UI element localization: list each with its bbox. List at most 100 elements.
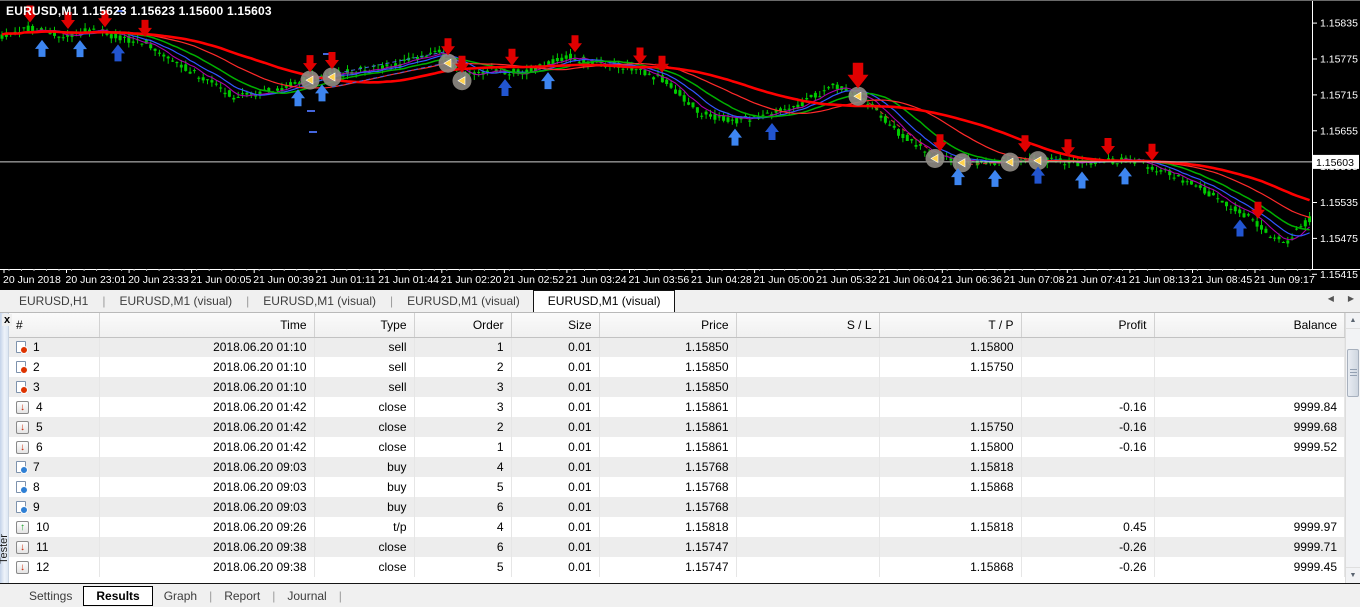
buy-open-icon [16, 481, 26, 493]
cell-time: 2018.06.20 09:03 [99, 497, 314, 517]
cell-balance: 9999.68 [1154, 417, 1345, 437]
sell-open-icon [16, 361, 26, 373]
cell-time: 2018.06.20 09:26 [99, 517, 314, 537]
table-row[interactable]: 12018.06.20 01:10sell10.011.158501.15800 [9, 337, 1345, 357]
tab-scroll-right-icon[interactable]: ▶ [1348, 294, 1354, 303]
cell-order: 1 [414, 437, 511, 457]
close-order-icon: ↓ [16, 401, 29, 414]
cell-n: ↓5 [9, 417, 99, 437]
tab-separator: | [338, 589, 343, 603]
scroll-thumb[interactable] [1347, 349, 1359, 397]
cell-tp: 1.15868 [879, 477, 1021, 497]
bottom-tab-results[interactable]: Results [83, 586, 152, 606]
time-axis-label: 21 Jun 08:13 [1129, 274, 1190, 286]
price-axis-label: 1.15415 [1320, 269, 1358, 281]
table-row[interactable]: ↑102018.06.20 09:26t/p40.011.158181.1581… [9, 517, 1345, 537]
table-row[interactable]: 22018.06.20 01:10sell20.011.158501.15750 [9, 357, 1345, 377]
cell-sl [736, 337, 879, 357]
cell-profit: -0.16 [1021, 397, 1154, 417]
chart-canvas[interactable]: 1.158351.157751.157151.156551.155951.155… [0, 1, 1360, 291]
order-number: 8 [33, 480, 40, 494]
results-table: #TimeTypeOrderSizePriceS / LT / PProfitB… [9, 313, 1345, 577]
cell-tp [879, 397, 1021, 417]
chart-area: 1.158351.157751.157151.156551.155951.155… [0, 0, 1360, 290]
cell-tp: 1.15750 [879, 417, 1021, 437]
table-row[interactable]: ↓112018.06.20 09:38close60.011.15747-0.2… [9, 537, 1345, 557]
price-axis-label: 1.15835 [1320, 18, 1358, 30]
bottom-tab-settings[interactable]: Settings [18, 587, 83, 605]
cell-tp [879, 537, 1021, 557]
time-axis-label: 21 Jun 09:17 [1254, 274, 1315, 286]
cell-n: ↓6 [9, 437, 99, 457]
close-panel-button[interactable]: x [2, 314, 12, 326]
cell-order: 6 [414, 537, 511, 557]
table-row[interactable]: ↓52018.06.20 01:42close20.011.158611.157… [9, 417, 1345, 437]
table-scrollbar[interactable]: ▲ ▼ [1345, 313, 1360, 583]
cell-balance [1154, 477, 1345, 497]
bottom-tab-journal[interactable]: Journal [276, 587, 337, 605]
cell-type: sell [314, 377, 414, 397]
cell-size: 0.01 [511, 357, 599, 377]
cell-price: 1.15850 [599, 337, 736, 357]
cell-n: 1 [9, 337, 99, 357]
cell-time: 2018.06.20 01:10 [99, 357, 314, 377]
table-row[interactable]: 32018.06.20 01:10sell30.011.15850 [9, 377, 1345, 397]
header-cell-price: Price [599, 313, 736, 337]
cell-n: 9 [9, 497, 99, 517]
cell-sl [736, 497, 879, 517]
table-row[interactable]: 72018.06.20 09:03buy40.011.157681.15818 [9, 457, 1345, 477]
scroll-up-icon[interactable]: ▲ [1346, 313, 1360, 329]
cell-time: 2018.06.20 09:03 [99, 477, 314, 497]
chart-tab-4[interactable]: EURUSD,M1 (visual) [533, 290, 676, 313]
cell-type: buy [314, 457, 414, 477]
table-row[interactable]: 92018.06.20 09:03buy60.011.15768 [9, 497, 1345, 517]
cell-type: sell [314, 357, 414, 377]
cell-tp: 1.15800 [879, 337, 1021, 357]
cell-size: 0.01 [511, 377, 599, 397]
current-price-label: 1.15603 [1316, 157, 1354, 169]
header-cell-balance: Balance [1154, 313, 1345, 337]
order-number: 4 [36, 400, 43, 414]
sell-open-icon [16, 381, 26, 393]
scroll-down-icon[interactable]: ▼ [1346, 567, 1360, 583]
table-row[interactable]: 82018.06.20 09:03buy50.011.157681.15868 [9, 477, 1345, 497]
strategy-tester-panel: 1.158351.157751.157151.156551.155951.155… [0, 0, 1360, 607]
cell-tp: 1.15800 [879, 437, 1021, 457]
price-axis-label: 1.15535 [1320, 197, 1358, 209]
time-axis-label: 21 Jun 01:44 [378, 274, 439, 286]
chart-tab-3[interactable]: EURUSD,M1 (visual) [394, 291, 533, 312]
header-cell-time: Time [99, 313, 314, 337]
header-cell-order: Order [414, 313, 511, 337]
chart-tab-1[interactable]: EURUSD,M1 (visual) [106, 291, 245, 312]
close-order-icon: ↓ [16, 441, 29, 454]
table-row[interactable]: ↓62018.06.20 01:42close10.011.158611.158… [9, 437, 1345, 457]
price-axis-label: 1.15775 [1320, 54, 1358, 66]
cell-type: sell [314, 337, 414, 357]
order-number: 6 [36, 440, 43, 454]
tab-scroll-left-icon[interactable]: ◀ [1328, 294, 1334, 303]
bottom-tab-graph[interactable]: Graph [153, 587, 208, 605]
cell-profit [1021, 337, 1154, 357]
chart-tab-2[interactable]: EURUSD,M1 (visual) [250, 291, 389, 312]
cell-profit [1021, 357, 1154, 377]
table-row[interactable]: ↓122018.06.20 09:38close50.011.157471.15… [9, 557, 1345, 577]
cell-size: 0.01 [511, 517, 599, 537]
cell-order: 3 [414, 377, 511, 397]
price-axis-label: 1.15475 [1320, 233, 1358, 245]
cell-profit [1021, 457, 1154, 477]
cell-time: 2018.06.20 01:42 [99, 417, 314, 437]
cell-profit: -0.16 [1021, 437, 1154, 457]
table-row[interactable]: ↓42018.06.20 01:42close30.011.15861-0.16… [9, 397, 1345, 417]
time-axis-label: 21 Jun 05:32 [816, 274, 877, 286]
buy-open-icon [16, 501, 26, 513]
cell-profit [1021, 477, 1154, 497]
cell-balance: 9999.45 [1154, 557, 1345, 577]
cell-size: 0.01 [511, 417, 599, 437]
bottom-tab-report[interactable]: Report [213, 587, 271, 605]
buy-open-icon [16, 461, 26, 473]
cell-profit [1021, 497, 1154, 517]
time-axis-label: 21 Jun 01:11 [316, 274, 376, 286]
time-axis-label: 21 Jun 07:08 [1004, 274, 1065, 286]
chart-tab-0[interactable]: EURUSD,H1 [6, 291, 101, 312]
order-number: 3 [33, 380, 40, 394]
